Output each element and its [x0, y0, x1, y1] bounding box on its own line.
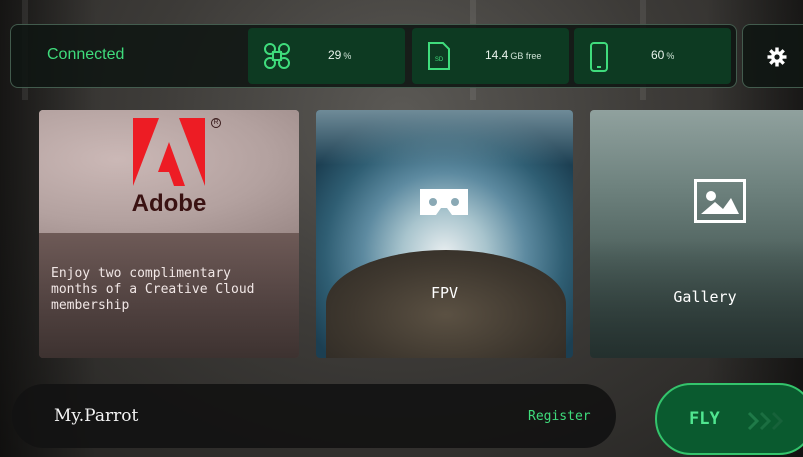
- drone-battery-value: 29: [328, 48, 342, 62]
- phone-battery-value: 60: [651, 48, 665, 62]
- phone-battery-unit: %: [666, 51, 675, 61]
- drone-battery-readout: 29%: [328, 48, 351, 62]
- phone-icon: [588, 41, 610, 77]
- fpv-card[interactable]: FPV: [316, 110, 573, 358]
- drone-icon: [262, 41, 292, 75]
- storage-value: 14.4: [485, 48, 509, 62]
- drone-battery-unit: %: [343, 51, 352, 61]
- vr-headset-icon: [417, 186, 471, 222]
- sd-card-icon: SD: [426, 41, 452, 75]
- my-parrot-bar: My.Parrot Register: [12, 384, 616, 448]
- image-icon: [694, 179, 746, 223]
- adobe-promo-card[interactable]: R Adobe Enjoy two complimentary months o…: [39, 110, 299, 358]
- adobe-logo: [133, 118, 205, 190]
- phone-battery-readout: 60%: [651, 48, 674, 62]
- gallery-card[interactable]: Gallery: [590, 110, 803, 358]
- phone-battery-pill[interactable]: 60%: [574, 28, 731, 84]
- gallery-label: Gallery: [673, 288, 737, 306]
- drone-battery-pill[interactable]: 29%: [248, 28, 405, 84]
- connection-status: Connected: [47, 46, 125, 63]
- fpv-sky: [316, 110, 573, 165]
- registered-mark-icon: R: [211, 118, 221, 128]
- fpv-terrain: [326, 250, 566, 358]
- my-parrot-title: My.Parrot: [54, 406, 139, 426]
- sd-card-icon-text: SD: [435, 57, 444, 63]
- adobe-brand: Adobe: [131, 190, 207, 217]
- storage-unit: GB free: [510, 51, 542, 61]
- status-bar: Connected 29% SD 14.4 GB free 60 %: [10, 24, 737, 88]
- adobe-promo-text: Enjoy two complimentary months of a Crea…: [51, 266, 255, 313]
- chevrons-right-icon: [745, 410, 789, 436]
- storage-pill[interactable]: SD 14.4 GB free: [412, 28, 569, 84]
- register-link[interactable]: Register: [528, 409, 591, 424]
- storage-readout: 14.4 GB free: [485, 48, 541, 62]
- fly-label: FLY: [689, 409, 720, 429]
- settings-button[interactable]: [742, 24, 803, 88]
- fly-button[interactable]: FLY: [655, 383, 803, 455]
- fpv-label: FPV: [430, 284, 459, 302]
